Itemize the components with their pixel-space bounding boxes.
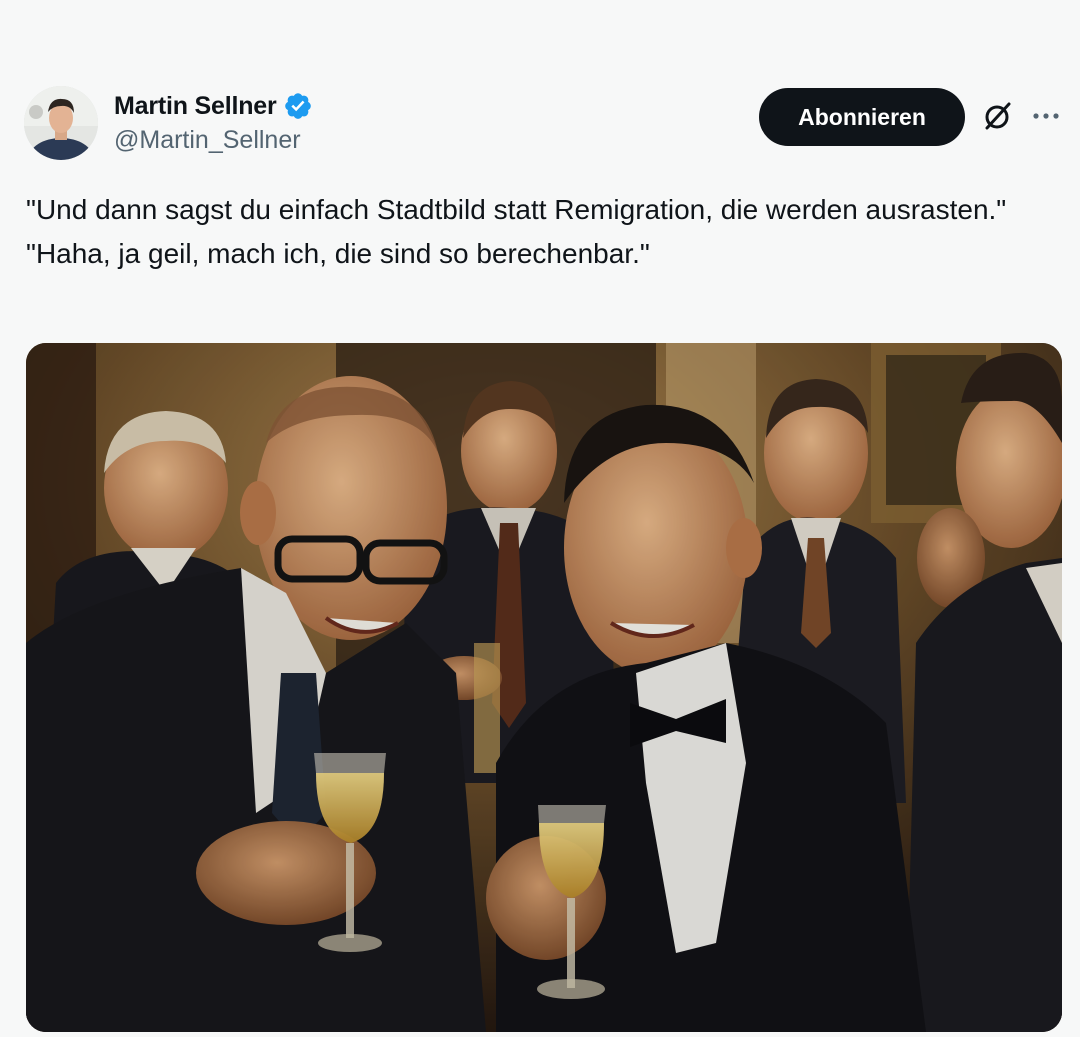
display-name-row: Martin Sellner bbox=[114, 90, 313, 122]
author-names: Martin Sellner @Martin_Sellner bbox=[114, 90, 313, 155]
tweet-header: Martin Sellner @Martin_Sellner Abonniere… bbox=[24, 86, 1064, 164]
avatar[interactable] bbox=[24, 86, 98, 160]
photo-men-laughing-champagne bbox=[26, 343, 1062, 1032]
more-horizontal-icon[interactable] bbox=[1028, 98, 1064, 134]
follow-button[interactable]: Abonnieren bbox=[759, 88, 965, 146]
author-handle[interactable]: @Martin_Sellner bbox=[114, 126, 313, 155]
tweet-text-line-2: "Haha, ja geil, mach ich, die sind so be… bbox=[26, 238, 650, 269]
verified-badge-icon[interactable] bbox=[283, 91, 313, 121]
slashed-circle-icon[interactable] bbox=[979, 98, 1015, 134]
author-display-name[interactable]: Martin Sellner bbox=[114, 92, 277, 121]
avatar-image bbox=[24, 86, 98, 160]
tweet-card: Martin Sellner @Martin_Sellner Abonniere… bbox=[0, 0, 1080, 1037]
tweet-text-line-1: "Und dann sagst du einfach Stadtbild sta… bbox=[26, 194, 1007, 225]
tweet-photo[interactable] bbox=[26, 343, 1062, 1032]
tweet-text: "Und dann sagst du einfach Stadtbild sta… bbox=[26, 188, 1036, 276]
